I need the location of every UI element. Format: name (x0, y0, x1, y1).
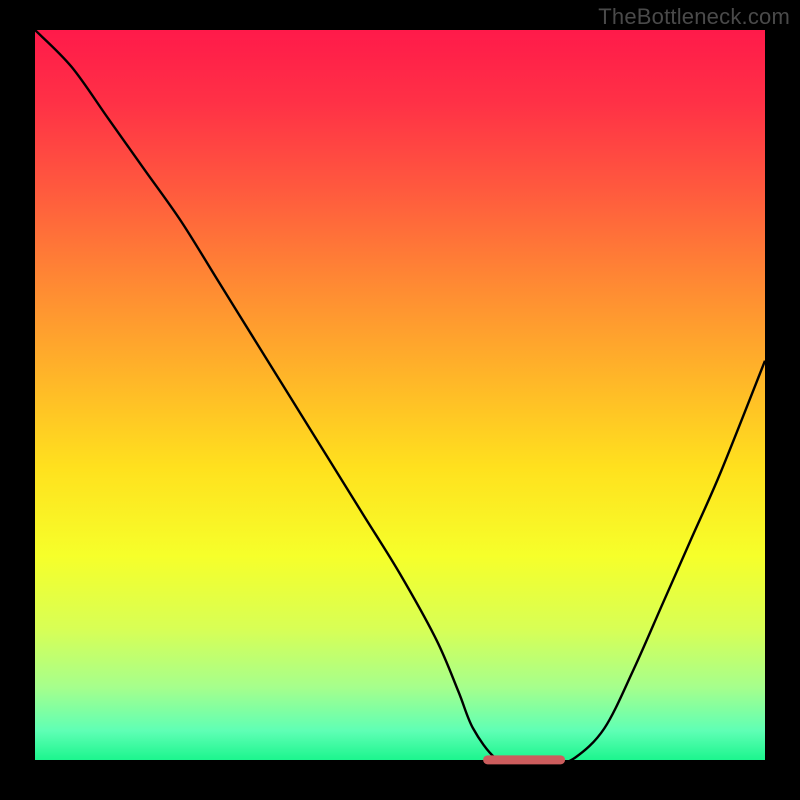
watermark-label: TheBottleneck.com (598, 4, 790, 30)
plot-area (35, 30, 765, 765)
curve-layer (35, 30, 765, 765)
bottleneck-curve (35, 30, 765, 765)
chart-frame: TheBottleneck.com (0, 0, 800, 800)
